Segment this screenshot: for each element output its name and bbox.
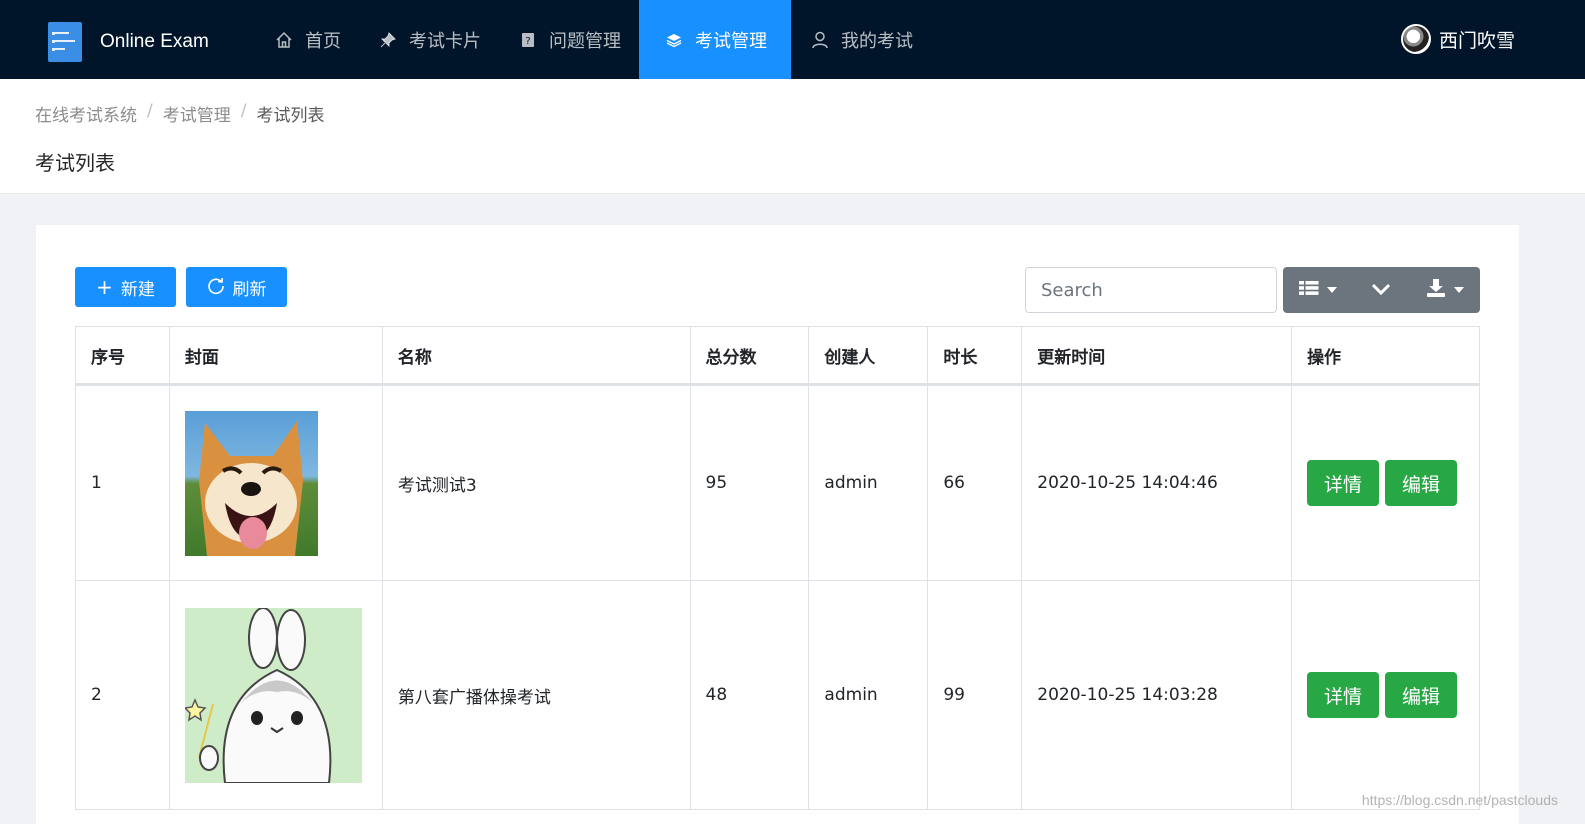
plus-icon: + <box>96 275 113 299</box>
column-header-creator[interactable]: 创建人 <box>808 326 929 386</box>
user-name: 西门吹雪 <box>1438 29 1515 52</box>
app-title: Online Exam <box>100 31 209 52</box>
search-input[interactable] <box>1025 267 1277 313</box>
detail-button[interactable]: 详情 <box>1307 672 1380 718</box>
cell-score: 95 <box>689 384 810 581</box>
cell-cover <box>168 580 383 810</box>
cell-cover <box>168 384 383 581</box>
list-view-icon <box>1299 280 1319 300</box>
caret-down-icon <box>1327 287 1337 293</box>
menu-item-questions[interactable]: ? 问题管理 <box>499 0 639 79</box>
new-button[interactable]: + 新建 <box>75 267 176 307</box>
cell-index: 2 <box>75 580 170 810</box>
main-menu: 首页 考试卡片 ? 问题管理 考试管理 我的考试 <box>255 0 931 79</box>
table-header-row: 序号 封面 名称 总分数 创建人 时长 更新时间 操作 <box>75 326 1480 386</box>
caret-down-icon <box>1453 287 1464 293</box>
cell-updated: 2020-10-25 14:04:46 <box>1021 384 1293 581</box>
cell-creator: admin <box>808 384 929 581</box>
pin-icon <box>377 31 399 48</box>
menu-item-label: 首页 <box>305 30 341 52</box>
cell-duration: 66 <box>927 384 1023 581</box>
new-button-label: 新建 <box>120 279 155 300</box>
page-header: 在线考试系统 / 考试管理 / 考试列表 考试列表 <box>0 79 1585 194</box>
edit-button[interactable]: 编辑 <box>1385 460 1458 506</box>
edit-button[interactable]: 编辑 <box>1385 672 1458 718</box>
menu-item-label: 我的考试 <box>841 30 913 52</box>
cell-score: 48 <box>689 580 810 810</box>
columns-toggle-button[interactable] <box>1283 267 1353 313</box>
menu-item-home[interactable]: 首页 <box>255 0 359 79</box>
cell-index: 1 <box>75 384 170 581</box>
cell-name: 第八套广播体操考试 <box>381 580 691 810</box>
chevron-down-icon <box>1371 281 1391 300</box>
toggle-view-button[interactable] <box>1353 267 1409 313</box>
dog-photo-image[interactable] <box>184 410 318 556</box>
download-icon <box>1426 279 1446 301</box>
content-card: + 新建 刷新 序号 <box>36 225 1519 824</box>
refresh-icon <box>207 277 225 298</box>
column-header-score[interactable]: 总分数 <box>689 326 810 386</box>
column-header-name[interactable]: 名称 <box>381 326 691 386</box>
cell-name: 考试测试3 <box>381 384 691 581</box>
column-header-cover[interactable]: 封面 <box>168 326 383 386</box>
refresh-button[interactable]: 刷新 <box>186 267 287 307</box>
top-nav: Online Exam 首页 考试卡片 ? 问题管理 考试管理 我的考试 西门吹… <box>0 0 1585 79</box>
user-icon <box>809 31 831 49</box>
menu-item-label: 考试管理 <box>695 30 767 52</box>
bunny-illustration-image[interactable] <box>184 607 362 783</box>
home-icon <box>273 31 295 49</box>
menu-item-my-exams[interactable]: 我的考试 <box>791 0 931 79</box>
column-header-index[interactable]: 序号 <box>75 326 170 386</box>
breadcrumb-item[interactable]: 在线考试系统 <box>35 101 137 126</box>
table-row: 1 考试测试3 95 admin 66 2020-10-25 14:04:46 … <box>75 384 1480 581</box>
avatar <box>1400 24 1431 54</box>
watermark: https://blog.csdn.net/pastclouds <box>1361 792 1558 808</box>
cell-creator: admin <box>808 580 929 810</box>
column-header-updated[interactable]: 更新时间 <box>1021 326 1293 386</box>
user-menu[interactable]: 西门吹雪 <box>1400 24 1515 54</box>
svg-text:?: ? <box>525 36 530 47</box>
export-button[interactable] <box>1409 267 1480 313</box>
breadcrumb: 在线考试系统 / 考试管理 / 考试列表 <box>35 101 325 126</box>
table-row: 2 第八套广播体操考试 48 admin 99 2020-10-25 14:03… <box>75 580 1480 810</box>
cell-actions: 详情 编辑 <box>1291 384 1480 581</box>
menu-item-exam-management[interactable]: 考试管理 <box>639 0 791 79</box>
table-tools <box>1283 267 1480 313</box>
cell-duration: 99 <box>927 580 1023 810</box>
column-header-duration[interactable]: 时长 <box>927 326 1023 386</box>
refresh-button-label: 刷新 <box>232 279 267 300</box>
cell-updated: 2020-10-25 14:03:28 <box>1021 580 1293 810</box>
cell-actions: 详情 编辑 <box>1291 580 1480 810</box>
column-header-actions: 操作 <box>1291 326 1480 386</box>
stack-icon <box>663 32 685 48</box>
menu-item-label: 考试卡片 <box>409 30 481 52</box>
detail-button[interactable]: 详情 <box>1307 460 1380 506</box>
breadcrumb-current: 考试列表 <box>256 106 325 126</box>
exam-table: 序号 封面 名称 总分数 创建人 时长 更新时间 操作 1 考试测试3 95 a… <box>75 326 1480 810</box>
breadcrumb-item[interactable]: 考试管理 <box>163 101 231 126</box>
brand[interactable]: Online Exam <box>48 22 209 62</box>
question-book-icon: ? <box>517 32 539 48</box>
exam-logo-icon <box>48 22 82 62</box>
menu-item-label: 问题管理 <box>549 30 621 52</box>
page-title: 考试列表 <box>35 151 115 175</box>
menu-item-exam-cards[interactable]: 考试卡片 <box>359 0 499 79</box>
